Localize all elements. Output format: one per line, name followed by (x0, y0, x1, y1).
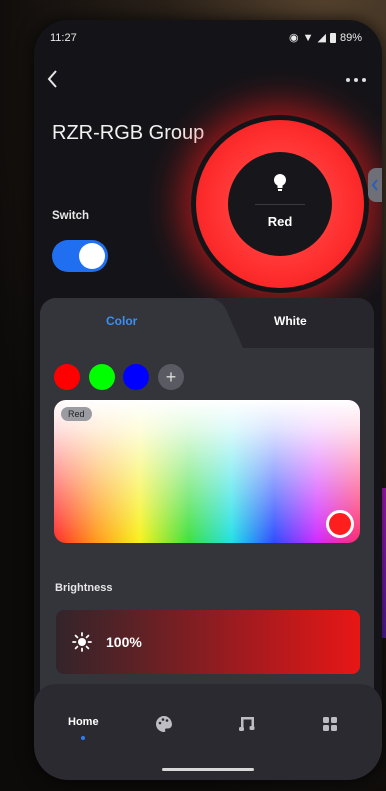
battery-level: 89% (339, 31, 362, 44)
control-panel: Color White + Red Brightness 100% (40, 298, 374, 698)
picker-handle[interactable] (326, 510, 354, 538)
brightness-value: 100% (106, 634, 142, 650)
more-options-icon[interactable] (346, 70, 370, 90)
swatch-blue[interactable] (123, 364, 149, 390)
power-toggle[interactable] (52, 240, 108, 272)
color-picker[interactable]: Red (54, 400, 360, 543)
status-bar: 11:27 ◉ ▼ ◢ 89% (34, 20, 382, 56)
picker-color-chip: Red (61, 407, 92, 421)
tab-color[interactable]: Color (106, 314, 137, 328)
eye-icon: ◉ (289, 32, 299, 44)
status-icons: ◉ ▼ ◢ 89% (289, 31, 362, 45)
ring-divider (255, 204, 305, 205)
swatch-red[interactable] (54, 364, 80, 390)
battery-icon (329, 32, 336, 43)
back-icon[interactable] (44, 68, 62, 90)
signal-icon: ◢ (317, 32, 326, 44)
nav-home[interactable]: Home (68, 716, 99, 728)
swatch-green[interactable] (89, 364, 115, 390)
grid-icon[interactable] (320, 714, 340, 734)
page-title: RZR-RGB Group (52, 122, 205, 144)
brightness-slider[interactable]: 100% (56, 610, 360, 674)
chevron-left-icon (372, 179, 378, 191)
side-panel-handle[interactable] (368, 168, 382, 202)
nav-active-indicator (81, 736, 85, 740)
current-color-label: Red (267, 214, 293, 229)
color-ring-center[interactable]: Red (228, 152, 332, 256)
bottom-nav: Home (34, 684, 382, 780)
brightness-label: Brightness (55, 582, 113, 594)
status-time: 11:27 (50, 32, 77, 44)
background-edge (382, 488, 386, 638)
phone-screen: 11:27 ◉ ▼ ◢ 89% RZR-RGB Group Switch Red (34, 20, 382, 780)
sun-icon (72, 632, 92, 652)
gesture-bar[interactable] (162, 768, 254, 771)
toggle-knob (79, 243, 105, 269)
wifi-icon: ▼ (302, 31, 314, 44)
bulb-icon (274, 174, 286, 191)
switch-label: Switch (52, 210, 90, 222)
palette-icon[interactable] (154, 714, 174, 734)
music-icon[interactable] (237, 714, 257, 734)
add-swatch-button[interactable]: + (158, 364, 184, 390)
tab-white[interactable]: White (274, 314, 307, 328)
